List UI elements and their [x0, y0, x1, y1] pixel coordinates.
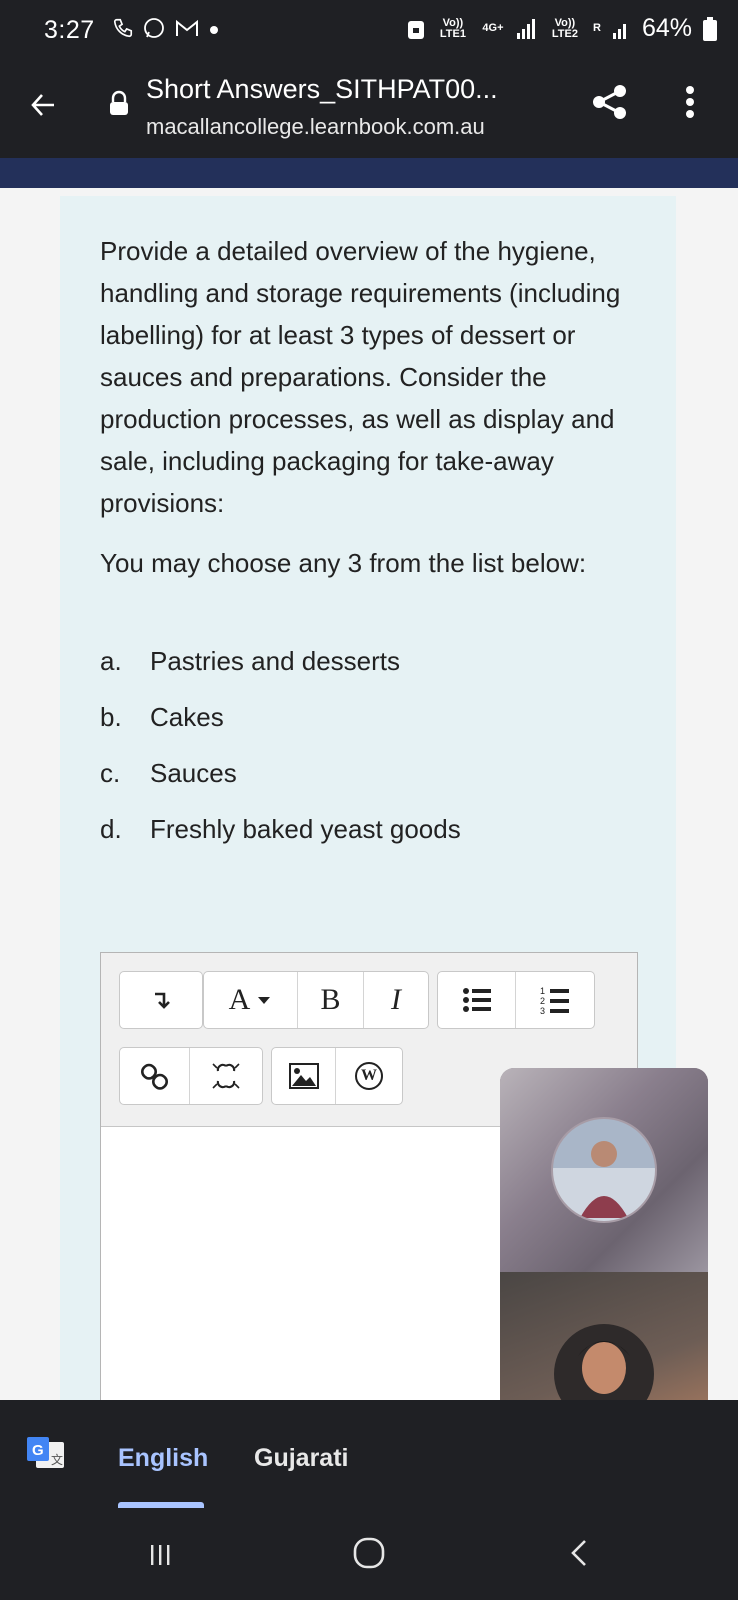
toolbar-group-links	[119, 1047, 263, 1105]
more-vert-icon	[686, 86, 694, 118]
list-item-option-c: c. Sauces	[100, 758, 237, 789]
list-item-option-d: d. Freshly baked yeast goods	[100, 814, 461, 845]
volte-lte1-label: Vo)) LTE1	[439, 16, 466, 40]
site-header-strip	[0, 158, 738, 188]
unlink-icon	[212, 1063, 240, 1089]
option-letter: c.	[100, 758, 121, 788]
google-translate-button[interactable]: G文	[26, 1436, 66, 1475]
svg-text:2: 2	[540, 996, 545, 1006]
unlink-button[interactable]	[190, 1048, 262, 1104]
tab-target-language[interactable]: Gujarati	[254, 1444, 348, 1473]
svg-text:3: 3	[540, 1006, 545, 1015]
option-letter: a.	[100, 646, 122, 676]
insert-image-button[interactable]	[272, 1048, 336, 1104]
google-translate-icon: G文	[27, 1437, 64, 1468]
word-label: W	[361, 1067, 377, 1084]
dot-icon	[210, 26, 218, 34]
option-letter: b.	[100, 702, 122, 732]
share-icon	[593, 85, 626, 119]
avatar-remote	[551, 1117, 657, 1223]
home-button[interactable]	[344, 1528, 394, 1578]
link-icon	[140, 1063, 168, 1090]
back-arrow-icon	[31, 94, 54, 116]
recents-button[interactable]	[136, 1532, 184, 1578]
overflow-menu-button[interactable]	[684, 84, 696, 125]
show-more-buttons[interactable]	[120, 972, 202, 1028]
dropdown-caret-icon	[258, 997, 271, 1004]
bullet-list-icon	[462, 988, 491, 1012]
signal-icon-1	[516, 18, 535, 39]
signal-icon-2	[612, 23, 626, 39]
page-title[interactable]: Short Answers_SITHPAT00...	[146, 74, 498, 105]
toolbar-group-format: A B I	[203, 971, 429, 1029]
option-label: Pastries and desserts	[150, 646, 401, 676]
question-prompt: Provide a detailed overview of the hygie…	[100, 236, 621, 518]
option-letter: d.	[100, 814, 122, 844]
status-bar: 3:27 Vo)) LTE1 4G+ Vo)) LTE2 R 64%	[0, 0, 738, 62]
numbered-list-icon: 123	[540, 986, 569, 1015]
status-time: 3:27	[44, 16, 95, 44]
share-button[interactable]	[590, 82, 630, 127]
status-right-icons: Vo)) LTE1 4G+ Vo)) LTE2 R 64%	[406, 14, 718, 43]
back-nav-button[interactable]	[556, 1530, 602, 1576]
vpn-key-icon	[407, 20, 424, 39]
link-button[interactable]	[120, 1048, 190, 1104]
back-chevron-icon	[571, 1540, 586, 1566]
toolbar-group-toggle	[119, 971, 203, 1029]
notification-icons	[112, 16, 220, 40]
volte-lte2-label: Vo)) LTE2	[551, 16, 578, 40]
expand-toolbar-icon	[155, 992, 170, 1009]
browser-toolbar: Short Answers_SITHPAT00... macallancolle…	[0, 62, 738, 158]
network-4g-label: 4G+	[482, 22, 504, 34]
italic-button[interactable]: I	[364, 972, 428, 1028]
back-button[interactable]	[30, 92, 56, 123]
unordered-list-button[interactable]	[438, 972, 516, 1028]
lock-icon	[110, 90, 128, 115]
system-nav-bar	[0, 1508, 738, 1600]
video-tile-remote[interactable]	[500, 1068, 708, 1272]
bold-label: B	[320, 983, 341, 1016]
image-icon	[288, 1063, 319, 1089]
word-icon: W	[355, 1062, 383, 1090]
svg-text:G: G	[32, 1442, 44, 1459]
choose-instruction: You may choose any 3 from the list below…	[100, 548, 587, 578]
font-style-dropdown[interactable]: A	[204, 972, 298, 1028]
phone-icon	[113, 18, 133, 38]
translate-bar: G文 English Gujarati	[0, 1400, 738, 1508]
roaming-label: R	[592, 22, 601, 34]
tab-source-language[interactable]: English	[118, 1444, 208, 1473]
ordered-list-button[interactable]: 123	[516, 972, 594, 1028]
list-item-option-a: a. Pastries and desserts	[100, 646, 400, 677]
page-url[interactable]: macallancollege.learnbook.com.au	[146, 114, 485, 140]
battery-icon	[703, 16, 717, 41]
italic-label: I	[391, 983, 401, 1016]
list-item-option-b: b. Cakes	[100, 702, 224, 733]
gmail-icon	[176, 19, 198, 36]
whatsapp-icon	[144, 18, 164, 38]
recents-icon	[151, 1545, 170, 1565]
svg-text:文: 文	[51, 1452, 63, 1467]
toolbar-group-lists: 123	[437, 971, 595, 1029]
font-style-label: A	[228, 983, 251, 1016]
svg-text:1: 1	[540, 986, 545, 996]
bold-button[interactable]: B	[298, 972, 364, 1028]
option-label: Freshly baked yeast goods	[150, 814, 461, 844]
word-paste-button[interactable]: W	[336, 1048, 402, 1104]
battery-percent: 64%	[641, 14, 692, 42]
home-icon	[353, 1537, 385, 1569]
option-label: Sauces	[150, 758, 237, 788]
option-label: Cakes	[150, 702, 224, 732]
toolbar-group-media: W	[271, 1047, 403, 1105]
